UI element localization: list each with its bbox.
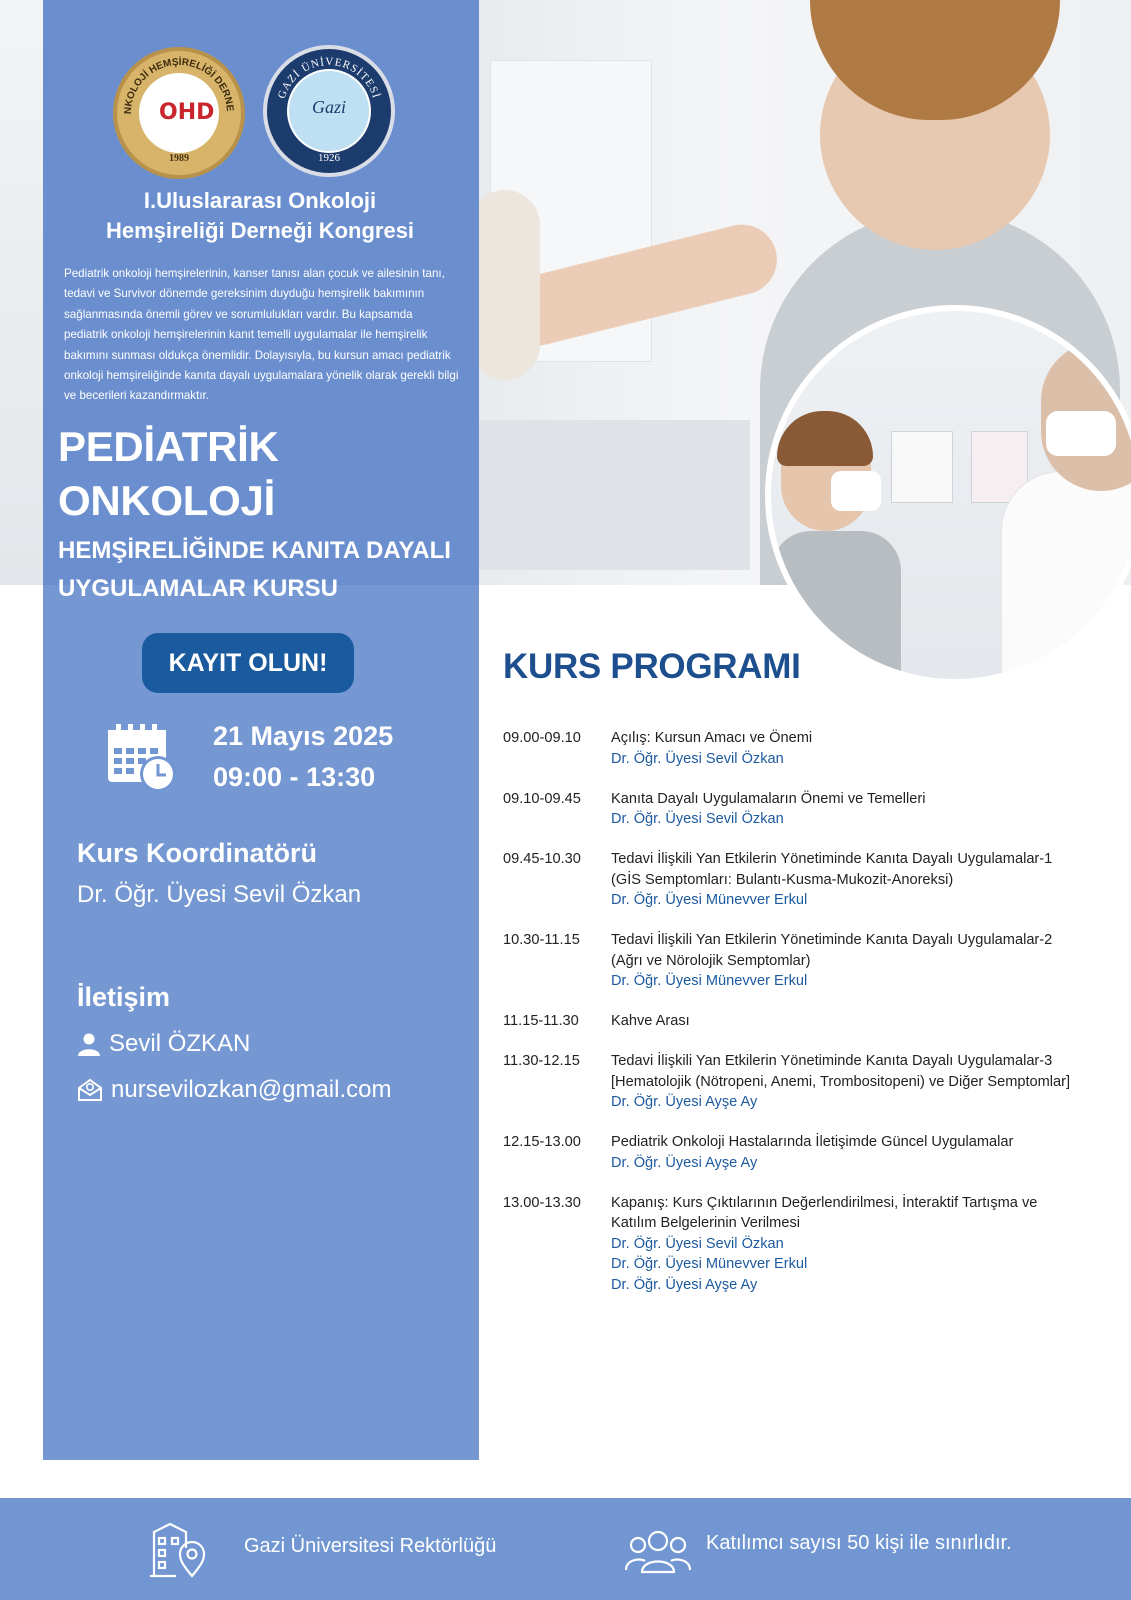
contact-title: İletişim: [77, 982, 171, 1012]
program-speaker: Dr. Öğr. Üyesi Sevil Özkan: [611, 811, 784, 827]
footer-capacity: Katılımcı sayısı 50 kişi ile sınırlıdır.: [706, 1532, 1012, 1554]
contact-person-name: Sevil ÖZKAN: [109, 1030, 251, 1057]
person-icon: [78, 1033, 100, 1056]
program-time: 10.30-11.15: [503, 932, 580, 948]
program-body: Kanıta Dayalı Uygulamaların Önemi ve Tem…: [611, 789, 1123, 830]
footer-venue: Gazi Üniversitesi Rektörlüğü: [244, 1535, 497, 1557]
program-topic-line: Pediatrik Onkoloji Hastalarında İletişim…: [611, 1134, 1014, 1150]
program-body: Tedavi İlişkili Yan Etkilerin Yönetimind…: [611, 849, 1123, 911]
program-time: 09.00-09.10: [503, 730, 581, 746]
program-speaker: Dr. Öğr. Üyesi Ayşe Ay: [611, 1094, 758, 1110]
program-speaker: Dr. Öğr. Üyesi Ayşe Ay: [611, 1154, 758, 1171]
program-time: 13.00-13.30: [503, 1194, 581, 1211]
program-body: Pediatrik Onkoloji Hastalarında İletişim…: [611, 1132, 1123, 1173]
program-topic-line: Kanıta Dayalı Uygulamaların Önemi ve Tem…: [611, 790, 926, 807]
program-body: Kapanış: Kurs Çıktılarının Değerlendiril…: [611, 1193, 1123, 1296]
program-topic-line: Açılış: Kursun Amacı ve Önemi: [611, 730, 813, 746]
inset-photo: [765, 305, 1131, 685]
program-topic-line: (Ağrı ve Nörolojik Semptomlar): [611, 952, 811, 969]
program-topic-line: Tedavi İlişkili Yan Etkilerin Yönetimind…: [611, 932, 1053, 948]
register-button[interactable]: KAYIT OLUN!: [142, 633, 354, 693]
gazi-logo-inner: Gazi: [287, 69, 371, 153]
program-item: 09.45-10.30 Tedavi İlişkili Yan Etkilerin…: [503, 849, 1123, 911]
ohd-logo-mark: OHD: [159, 100, 215, 125]
program-title: KURS PROGRAMI: [503, 647, 801, 686]
footer: Gazi Üniversitesi Rektörlüğü Katılımcı s…: [0, 1498, 1131, 1600]
ohd-logo-inner: OHD: [139, 73, 219, 153]
inset-child-hair: [777, 411, 873, 466]
program-speaker: Dr. Öğr. Üyesi Ayşe Ay: [611, 1276, 758, 1293]
program-body: Tedavi İlişkili Yan Etkilerin Yönetimind…: [611, 930, 1123, 992]
program-list: 09.00-09.10 Açılış: Kursun Amacı ve Önemi…: [503, 728, 1123, 1315]
program-topic-line: Kapanış: Kurs Çıktılarının Değerlendiril…: [611, 1194, 1038, 1211]
event-time: 09:00 - 13:30: [213, 762, 376, 792]
photo-counter: [470, 420, 750, 570]
event-datetime: 21 Mayıs 2025 09:00 - 13:30: [213, 716, 393, 798]
program-item: 09.10-09.45 Kanıta Dayalı Uygulamaların Ö…: [503, 789, 1123, 830]
program-item: 10.30-11.15 Tedavi İlişkili Yan Etkilerin…: [503, 930, 1123, 992]
building-location-icon: [150, 1522, 206, 1578]
inset-doctor-mask: [1046, 411, 1116, 456]
program-speaker: Dr. Öğr. Üyesi Münevver Erkul: [611, 973, 808, 989]
ohd-logo-year: 1989: [169, 153, 189, 164]
gazi-logo-year: 1926: [318, 152, 340, 164]
program-item: 12.15-13.00 Pediatrik Onkoloji Hastaların…: [503, 1132, 1123, 1173]
program-body: Kahve Arası: [611, 1011, 1123, 1032]
program-speaker: Dr. Öğr. Üyesi Münevver Erkul: [611, 892, 808, 908]
congress-line-2: Hemşireliği Derneği Kongresi: [105, 218, 415, 243]
coordinator-name: Dr. Öğr. Üyesi Sevil Özkan: [77, 881, 362, 908]
program-item: 13.00-13.30 Kapanış: Kurs Çıktılarının De…: [503, 1193, 1123, 1296]
course-title-line-3: UYGULAMALAR KURSU: [58, 575, 338, 602]
mail-icon: [78, 1078, 102, 1101]
program-time: 11.15-11.30: [503, 1013, 579, 1029]
program-time: 09.45-10.30: [503, 851, 581, 867]
congress-title: I.Uluslararası Onkoloji Hemşireliği Dern…: [60, 186, 460, 246]
contact-email-address[interactable]: nursevilozkan@gmail.com: [111, 1076, 391, 1104]
logos: ONKOLOJİ HEMŞİRELİĞİ DERNEĞİ OHD 1989 GA…: [113, 45, 403, 180]
ohd-logo: ONKOLOJİ HEMŞİRELİĞİ DERNEĞİ OHD 1989: [113, 47, 245, 179]
program-speaker: Dr. Öğr. Üyesi Münevver Erkul: [611, 1256, 808, 1272]
program-time: 11.30-12.15: [503, 1053, 580, 1069]
program-item: 11.30-12.15 Tedavi İlişkili Yan Etkilerin…: [503, 1051, 1123, 1113]
program-body: Tedavi İlişkili Yan Etkilerin Yönetimind…: [611, 1051, 1123, 1113]
inset-doctor-coat: [1001, 471, 1131, 679]
program-topic-line: Tedavi İlişkili Yan Etkilerin Yönetimind…: [611, 1053, 1053, 1069]
course-title: PEDİATRİK ONKOLOJİ HEMŞİRELİĞİNDE KANITA…: [58, 420, 468, 608]
program-item: 11.15-11.30 Kahve Arası: [503, 1011, 1123, 1032]
contact-email[interactable]: nursevilozkan@gmail.com: [77, 1076, 391, 1104]
program-topic-line: Tedavi İlişkili Yan Etkilerin Yönetimind…: [611, 851, 1053, 867]
calendar-clock-icon: [108, 724, 176, 792]
program-topic-line: [Hematolojik (Nötropeni, Anemi, Trombosi…: [611, 1073, 1071, 1090]
users-icon: [625, 1530, 691, 1574]
program-topic-line: Kahve Arası: [611, 1013, 690, 1029]
contact-person: Sevil ÖZKAN: [77, 1030, 250, 1058]
program-body: Açılış: Kursun Amacı ve Önemi Dr. Öğr. Üy…: [611, 728, 1123, 769]
inset-child-mask: [831, 471, 881, 511]
program-speaker: Dr. Öğr. Üyesi Sevil Özkan: [611, 750, 784, 767]
program-time: 12.15-13.00: [503, 1134, 581, 1150]
program-item: 09.00-09.10 Açılış: Kursun Amacı ve Önemi…: [503, 728, 1123, 769]
program-topic-line: Katılım Belgelerinin Verilmesi: [611, 1215, 800, 1231]
coordinator-title: Kurs Koordinatörü: [77, 838, 317, 868]
program-topic-line: (GİS Semptomları: Bulantı-Kusma-Mukozit-…: [611, 871, 954, 888]
gazi-logo: GAZİ ÜNİVERSİTESİ Gazi 1926: [263, 45, 395, 177]
program-time: 09.10-09.45: [503, 790, 581, 807]
congress-line-1: I.Uluslararası Onkoloji: [143, 188, 377, 213]
photo-gloved-hand: [470, 190, 540, 380]
course-title-line-1: PEDİATRİK ONKOLOJİ: [58, 423, 279, 524]
inset-frame: [891, 431, 953, 503]
gazi-logo-signature: Gazi: [311, 97, 346, 117]
program-speaker: Dr. Öğr. Üyesi Sevil Özkan: [611, 1235, 784, 1252]
event-date: 21 Mayıs 2025: [213, 721, 394, 751]
intro-text: Pediatrik onkoloji hemşirelerinin, kanse…: [64, 267, 459, 403]
course-title-line-2: HEMŞİRELİĞİNDE KANITA DAYALI: [58, 537, 451, 564]
